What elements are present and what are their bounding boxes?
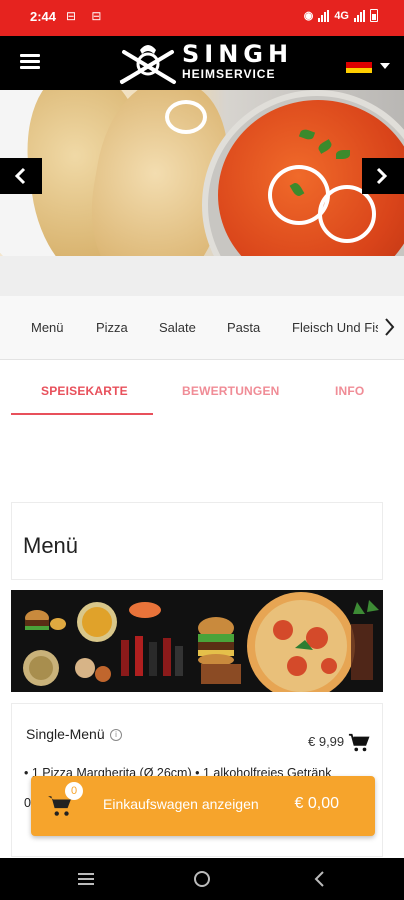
product-price: € 9,99	[308, 734, 345, 749]
home-icon[interactable]	[192, 869, 212, 894]
chevron-left-icon	[14, 167, 26, 185]
hero-spacer	[0, 256, 404, 296]
chevron-right-icon	[385, 318, 395, 336]
category-fleisch[interactable]: Fleisch Und Fis	[292, 320, 382, 335]
category-next-button[interactable]	[378, 313, 400, 341]
menu-banner-image	[11, 590, 383, 692]
tab-bewertungen[interactable]: BEWERTUNGEN	[182, 384, 280, 398]
category-pizza[interactable]: Pizza	[96, 320, 128, 335]
logo-title: SINGH	[182, 40, 294, 68]
cart-total: € 0,00	[294, 795, 339, 812]
status-right-icons: ◉ 4G	[304, 9, 378, 22]
eye-icon: ◉	[303, 10, 314, 22]
add-to-cart-icon[interactable]	[348, 732, 370, 759]
category-menu[interactable]: Menü	[31, 320, 64, 335]
status-bar: 2:44 ⊟ ⊟ ◉ 4G	[0, 0, 404, 36]
back-icon[interactable]	[310, 869, 330, 894]
view-cart-button[interactable]: 0 Einkaufswagen anzeigen € 0,00	[31, 776, 375, 836]
crossed-utensils-logo-icon	[119, 45, 176, 85]
onion-ring	[165, 100, 207, 134]
slider-prev-button[interactable]	[0, 158, 42, 194]
tab-speisekarte[interactable]: SPEISEKARTE	[41, 384, 128, 398]
product-name[interactable]: Single-Menü	[26, 726, 105, 742]
category-nav: Menü Pizza Salate Pasta Fleisch Und Fis	[0, 296, 404, 360]
menu-section-header: Menü	[11, 502, 383, 580]
chevron-down-icon	[380, 63, 390, 69]
cart-count-badge: 0	[65, 782, 83, 800]
cart-label: Einkaufswagen anzeigen	[103, 796, 259, 812]
signal-icon	[318, 9, 330, 22]
logo-subtitle: HEIMSERVICE	[182, 67, 276, 81]
network-type-label: 4G	[334, 9, 349, 22]
language-selector[interactable]	[346, 54, 392, 74]
system-nav-bar	[0, 858, 404, 900]
signal-icon-2	[354, 9, 365, 22]
section-title: Menü	[23, 533, 79, 558]
tab-bar: SPEISEKARTE BEWERTUNGEN INFO	[0, 360, 404, 416]
active-tab-indicator	[11, 413, 153, 415]
category-salate[interactable]: Salate	[159, 320, 196, 335]
hamburger-menu-icon[interactable]	[20, 54, 42, 70]
battery-icon	[370, 9, 378, 22]
status-time: 2:44	[30, 9, 57, 24]
restaurant-logo[interactable]: SINGH HEIMSERVICE	[118, 38, 293, 88]
germany-flag-icon	[346, 57, 372, 73]
herb-leaf	[336, 150, 350, 159]
app-header: SINGH HEIMSERVICE	[0, 36, 404, 90]
tab-info[interactable]: INFO	[335, 384, 364, 398]
slider-next-button[interactable]	[362, 158, 404, 194]
product-description-line2: 0	[24, 796, 31, 810]
info-icon[interactable]: i	[110, 729, 122, 741]
recent-apps-icon[interactable]	[76, 869, 96, 894]
food-collage	[23, 592, 379, 692]
notification-icons: ⊟ ⊟	[66, 9, 108, 23]
category-pasta[interactable]: Pasta	[227, 320, 260, 335]
chevron-right-icon	[376, 167, 388, 185]
hero-image-slider	[0, 90, 404, 256]
